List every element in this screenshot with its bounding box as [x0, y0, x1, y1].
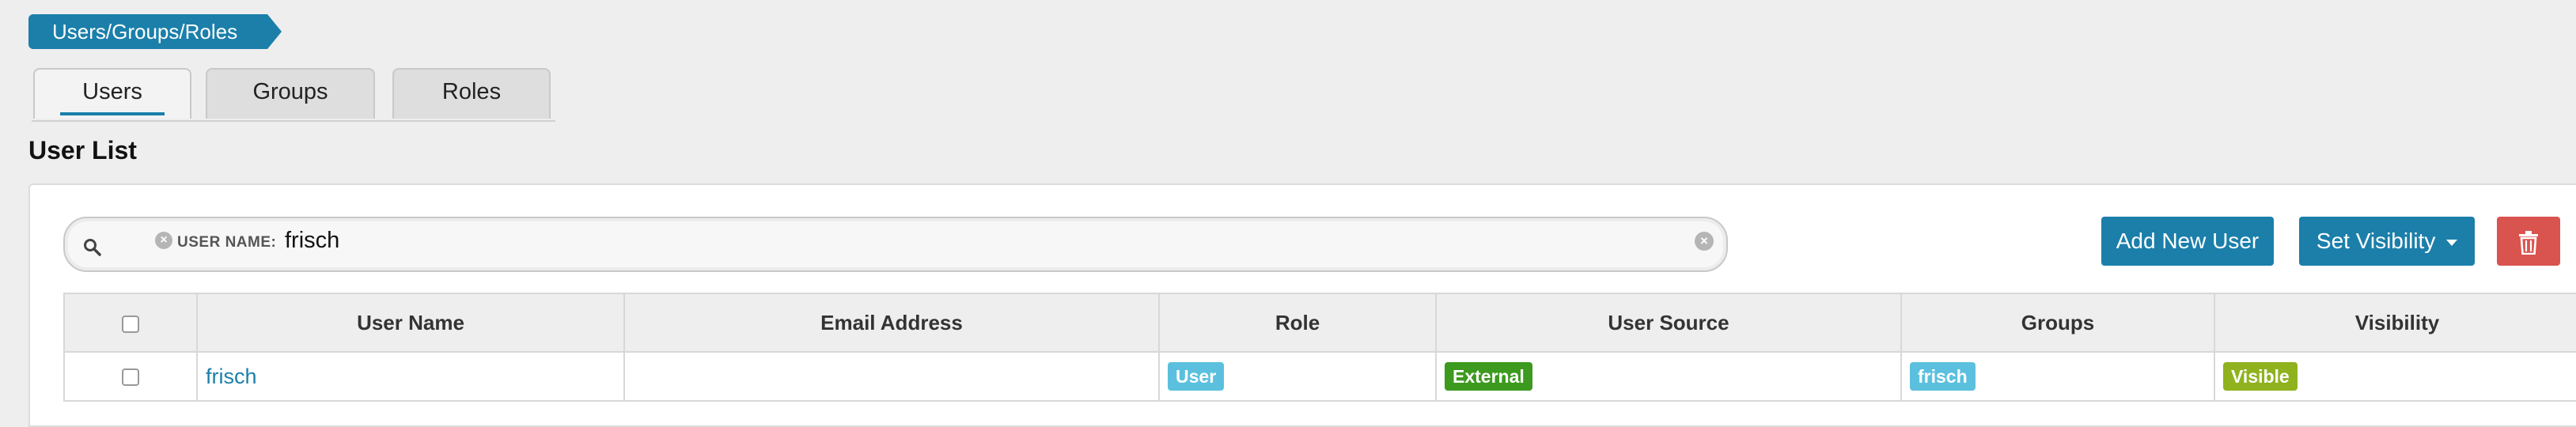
search-box[interactable]: × USER NAME: frisch ×: [63, 217, 1728, 272]
column-header-groups[interactable]: Groups: [1900, 293, 2215, 353]
role-cell: User: [1158, 351, 1437, 402]
table-row: frisch User External frisch Visible: [63, 351, 2576, 402]
filter-chip-value[interactable]: frisch: [285, 228, 339, 254]
column-header-user-name[interactable]: User Name: [196, 293, 625, 353]
clear-search-icon[interactable]: ×: [1695, 232, 1714, 251]
delete-button[interactable]: [2497, 217, 2560, 266]
visibility-badge: Visible: [2223, 362, 2298, 391]
filter-chip-remove-icon[interactable]: ×: [155, 232, 172, 249]
column-header-role[interactable]: Role: [1158, 293, 1437, 353]
tab-groups-label: Groups: [252, 79, 328, 104]
select-all-header: [63, 293, 198, 353]
active-tab-indicator: [60, 112, 165, 115]
row-checkbox[interactable]: [122, 368, 139, 387]
visibility-cell: Visible: [2214, 351, 2576, 402]
trash-icon: [2519, 230, 2538, 255]
page-title: User List: [28, 136, 137, 164]
tab-users-label: Users: [82, 79, 142, 104]
user-name-cell: frisch: [196, 351, 625, 402]
group-badge: frisch: [1910, 362, 1976, 391]
search-icon: [84, 239, 101, 256]
add-new-user-button[interactable]: Add New User: [2101, 217, 2274, 266]
caret-down-icon: [2446, 239, 2458, 246]
filter-chip-label: USER NAME:: [177, 234, 277, 251]
user-source-cell: External: [1435, 351, 1902, 402]
user-table: User Name Email Address Role User Source…: [63, 293, 2576, 402]
breadcrumb[interactable]: Users/Groups/Roles: [28, 14, 282, 49]
groups-cell: frisch: [1900, 351, 2215, 402]
tab-roles-label: Roles: [441, 79, 502, 104]
add-new-user-label: Add New User: [2116, 229, 2260, 253]
column-header-email[interactable]: Email Address: [623, 293, 1160, 353]
column-header-visibility[interactable]: Visibility: [2214, 293, 2576, 353]
breadcrumb-label: Users/Groups/Roles: [52, 20, 238, 43]
user-source-badge: External: [1445, 362, 1532, 391]
tab-roles[interactable]: Roles: [392, 68, 551, 119]
role-badge: User: [1168, 362, 1225, 391]
column-header-user-source[interactable]: User Source: [1435, 293, 1902, 353]
row-select-cell: [63, 351, 198, 402]
select-all-checkbox[interactable]: [122, 315, 139, 333]
user-list-panel: × USER NAME: frisch × Add New User Set V…: [28, 183, 2576, 427]
tab-users[interactable]: Users: [33, 68, 191, 119]
set-visibility-button[interactable]: Set Visibility: [2299, 217, 2475, 266]
tab-groups[interactable]: Groups: [206, 68, 375, 119]
table-header-row: User Name Email Address Role User Source…: [63, 293, 2576, 353]
tab-bar: Users Groups Roles: [32, 68, 555, 122]
set-visibility-label: Set Visibility: [2316, 229, 2436, 253]
email-cell: [623, 351, 1160, 402]
user-name-link[interactable]: frisch: [198, 365, 257, 388]
